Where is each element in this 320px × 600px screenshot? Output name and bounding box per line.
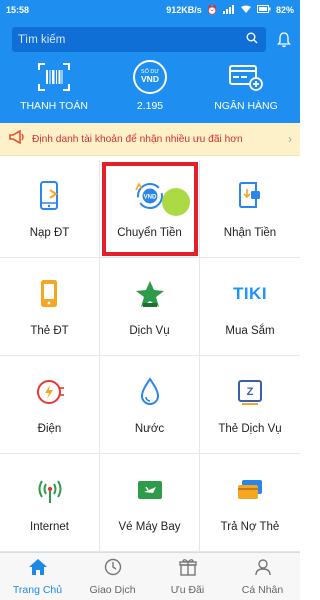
receive-money-icon [236,179,264,213]
signal-icon [222,4,235,16]
app-header: 15:58 912KB/s ⏰ 82% Tìm kiếm THANH TOÁN … [0,0,300,123]
service-label: Nước [134,423,165,435]
service-internet[interactable]: Internet [0,454,100,552]
tab-profile[interactable]: Cá Nhân [225,553,300,600]
service-label: Thẻ Dịch Vụ [218,423,282,435]
service-phone-topup[interactable]: Nạp ĐT [0,160,100,258]
service-service-card[interactable]: Z Thẻ Dịch Vụ [200,356,300,454]
status-bar: 15:58 912KB/s ⏰ 82% [0,0,300,20]
wifi-icon [240,5,252,16]
quick-action-label: THANH TOÁN [20,100,88,112]
tab-label: Cá Nhân [241,583,284,596]
search-icon[interactable] [246,31,258,49]
phone-topup-icon [38,179,62,213]
search-placeholder: Tìm kiếm [18,33,66,46]
service-water[interactable]: Nước [100,356,200,454]
network-speed: 912KB/s [166,5,202,15]
wifi-antenna-icon [35,473,65,507]
tab-label: Ưu Đãi [170,583,205,596]
service-label: Trả Nợ Thẻ [220,521,280,533]
star-service-icon [134,277,166,311]
service-plane-ticket[interactable]: Vé Máy Bay [100,454,200,552]
touch-indicator [162,188,190,216]
service-phone-card[interactable]: Thẻ ĐT [0,258,100,356]
bank-card-add-icon [228,60,264,94]
tab-home[interactable]: Trang Chủ [0,553,75,600]
electric-plug-icon [35,375,65,409]
service-transfer-money[interactable]: VND Chuyển Tiền [100,160,200,258]
service-label: Internet [30,521,69,533]
quick-actions: THANH TOÁN SỐ DƯ VND 2.195 NGÂN HÀNG [0,60,300,112]
quick-action-balance[interactable]: SỐ DƯ VND 2.195 [106,60,194,112]
tab-transactions[interactable]: Giao Dịch [75,553,150,600]
tab-label: Giao Dịch [89,583,136,596]
battery-icon [256,5,271,15]
service-label: Chuyển Tiền [117,227,182,239]
clock-icon [104,558,122,581]
transfer-badge: VND [143,195,156,201]
tab-offers[interactable]: Ưu Đãi [150,553,225,600]
services-grid: Nạp ĐT VND Chuyển Tiền Nhận Tiền Thẻ ĐT … [0,160,300,552]
alarm-icon: ⏰ [206,4,218,15]
service-credit-card-payment[interactable]: Trả Nợ Thẻ [200,454,300,552]
plane-ticket-icon [135,473,165,507]
search-input[interactable]: Tìm kiếm [12,27,266,52]
phone-card-icon [38,277,62,311]
bell-icon[interactable] [276,31,292,49]
bottom-tab-bar: Trang Chủ Giao Dịch Ưu Đãi Cá Nhân [0,552,300,600]
service-shopping[interactable]: TIKI Mua Sắm [200,258,300,356]
balance-vnd-icon: SỐ DƯ VND [132,60,168,94]
service-electricity[interactable]: Điện [0,356,100,454]
transfer-money-icon: VND [133,179,167,213]
user-icon [254,558,272,581]
banner-text: Định danh tài khoản để nhận nhiều ưu đãi… [32,133,243,145]
tab-label: Trang Chủ [12,583,63,596]
chevron-right-icon: › [288,132,292,146]
home-icon [28,558,48,581]
service-label: Nhận Tiền [223,227,277,239]
megaphone-icon [8,129,26,149]
service-services[interactable]: Dịch Vụ [100,258,200,356]
tiki-icon: TIKI [233,277,267,311]
status-time: 15:58 [6,5,30,15]
balance-amount: 2.195 [136,100,164,112]
quick-action-label: NGÂN HÀNG [214,100,278,112]
barcode-scan-icon [37,60,71,94]
service-label: Dịch Vụ [129,325,170,337]
service-label: Mua Sắm [225,325,275,337]
battery-level: 82% [275,5,294,15]
service-receive-money[interactable]: Nhận Tiền [200,160,300,258]
service-card-badge: Z [247,386,254,398]
tiki-logo-text: TIKI [232,284,268,303]
quick-action-bank[interactable]: NGÂN HÀNG [202,60,290,112]
credit-card-icon [235,473,265,507]
service-card-icon: Z [236,375,264,409]
balance-badge-main: VND [141,74,159,84]
water-drop-icon [138,375,162,409]
service-label: Điện [37,423,62,435]
verify-account-banner[interactable]: Định danh tài khoản để nhận nhiều ưu đãi… [0,123,300,156]
service-label: Nạp ĐT [29,227,70,239]
service-label: Thẻ ĐT [30,325,69,337]
service-label: Vé Máy Bay [118,521,181,533]
quick-action-payment[interactable]: THANH TOÁN [10,60,98,112]
gift-icon [178,558,197,581]
